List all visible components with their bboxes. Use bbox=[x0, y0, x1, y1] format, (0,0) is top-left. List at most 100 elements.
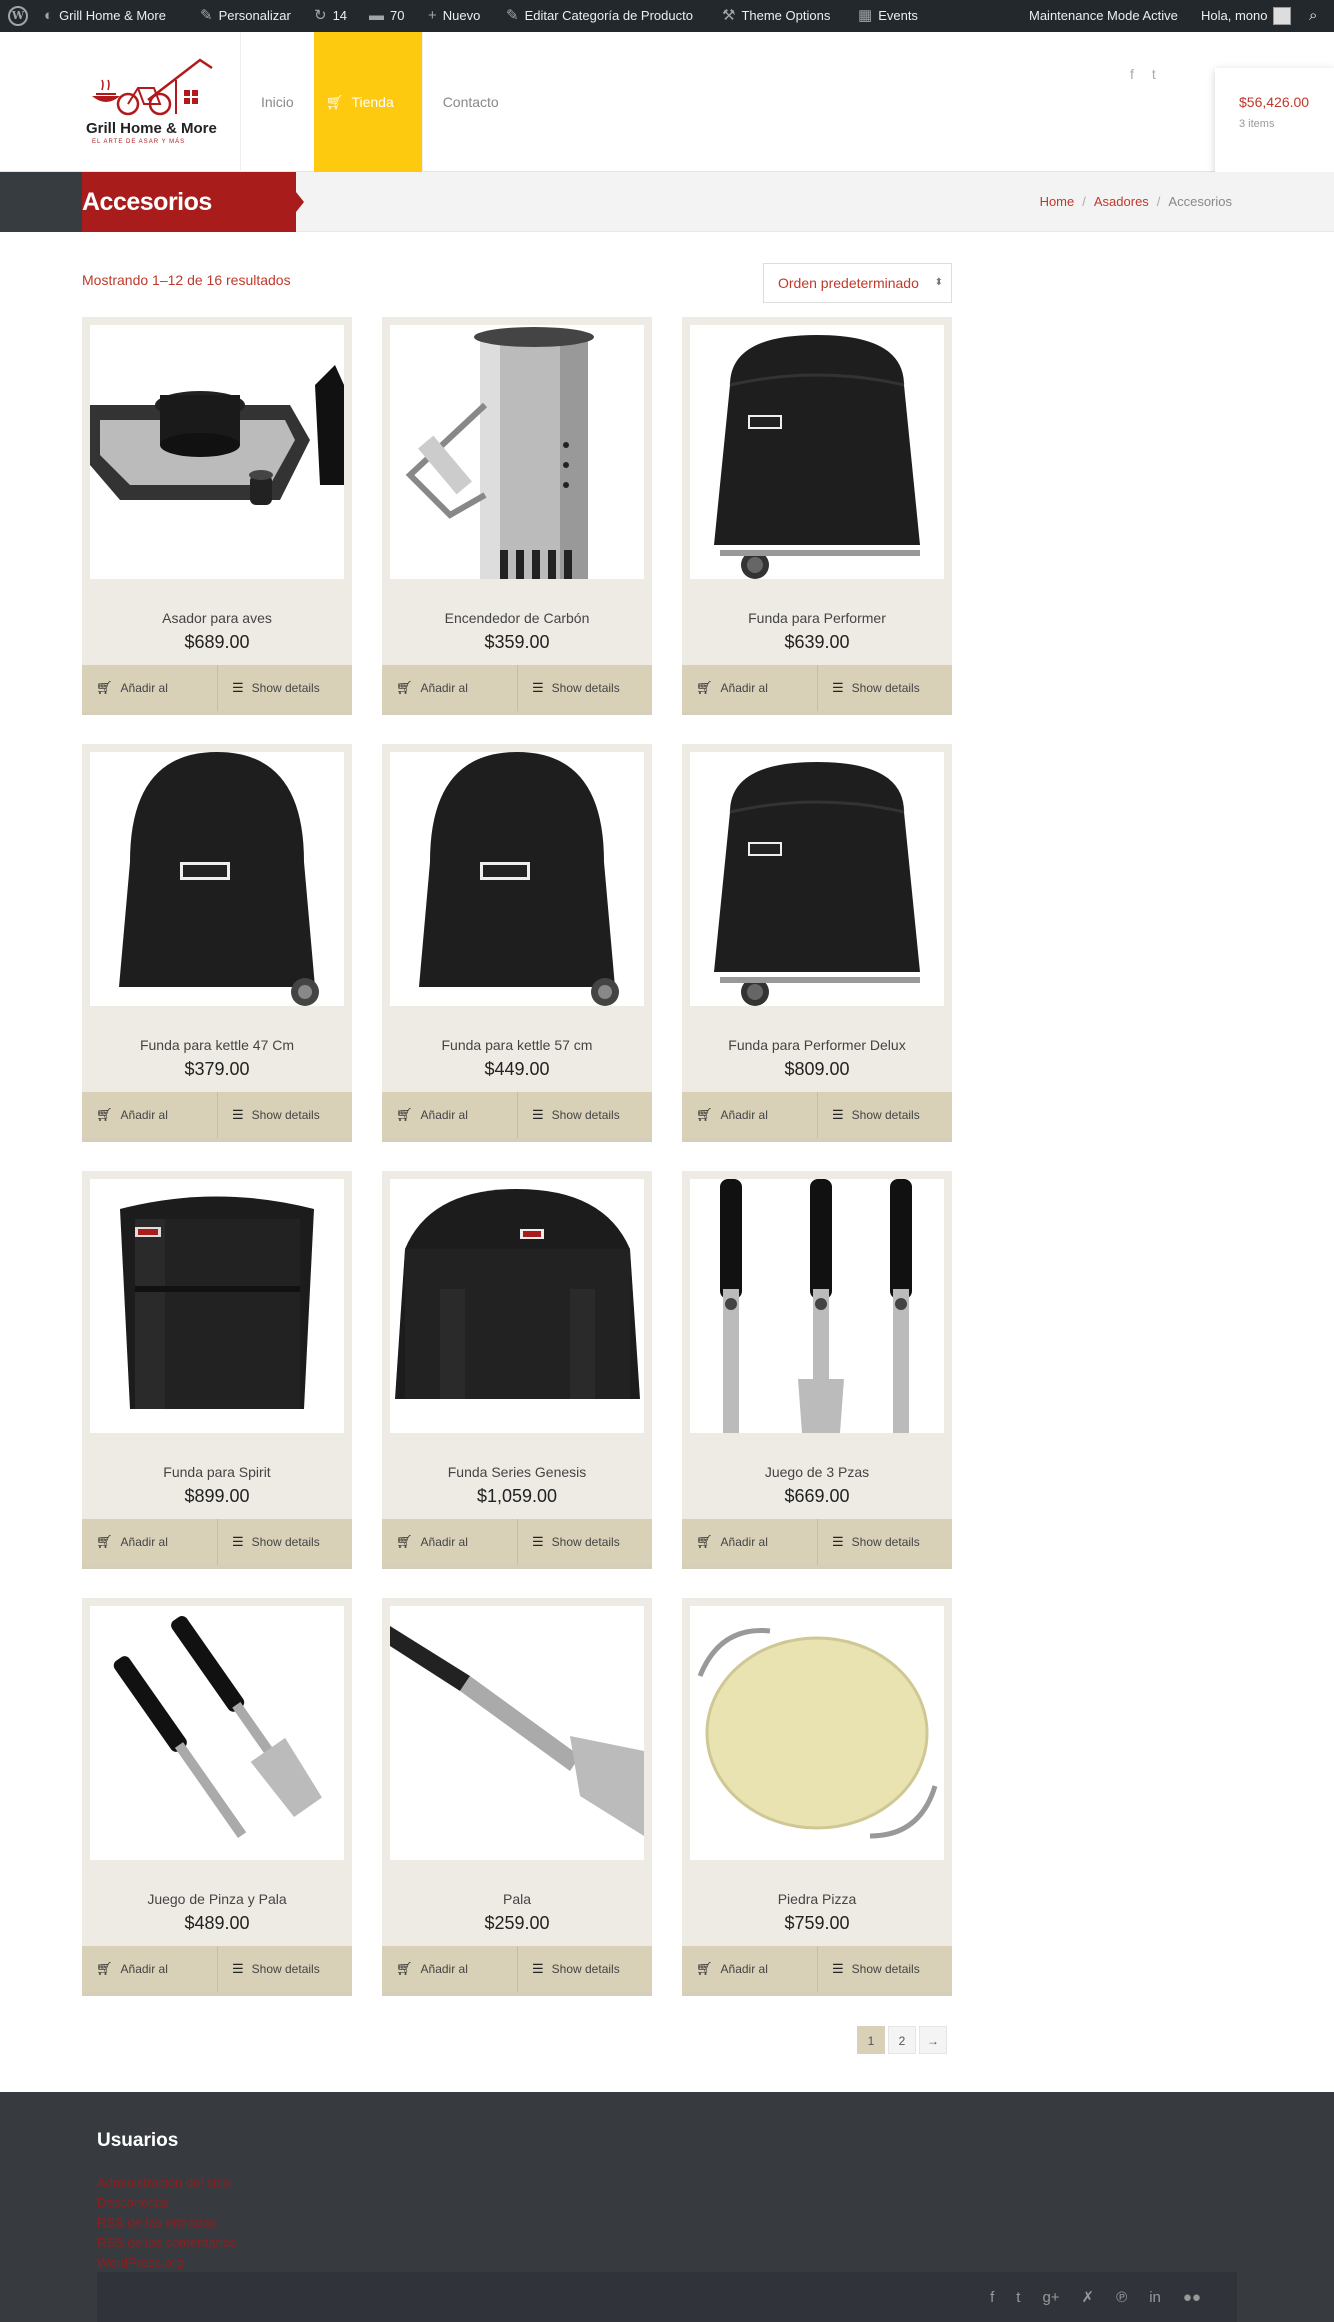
show-details-button[interactable]: ☰ Show details bbox=[817, 1946, 952, 1992]
cart-icon: 🛒︎ bbox=[396, 1534, 413, 1549]
next-page-link[interactable]: → bbox=[919, 2026, 947, 2054]
twitter-icon[interactable]: t bbox=[1152, 66, 1156, 82]
breadcrumb-home[interactable]: Home bbox=[1040, 194, 1075, 209]
product-image[interactable] bbox=[390, 1606, 644, 1860]
page-2-link[interactable]: 2 bbox=[888, 2026, 916, 2054]
site-logo[interactable]: Grill Home & More EL ARTE DE ASAR Y MÁS bbox=[84, 54, 224, 154]
show-details-button[interactable]: ☰ Show details bbox=[517, 1946, 652, 1992]
product-card[interactable]: Funda para Spirit $899.00 🛒︎ Añadir al ☰ Show… bbox=[82, 1171, 352, 1569]
add-to-cart-button[interactable]: 🛒︎ Añadir al bbox=[382, 1519, 517, 1565]
product-card[interactable]: Funda para kettle 47 Cm $379.00 🛒︎ Añadir a… bbox=[82, 744, 352, 1142]
twitter-icon[interactable]: t bbox=[1016, 2289, 1020, 2306]
product-image[interactable] bbox=[390, 325, 644, 579]
product-image[interactable] bbox=[390, 752, 644, 1006]
footer-link-admin[interactable]: Administración del sitio bbox=[97, 2173, 327, 2193]
breadcrumb-asadores[interactable]: Asadores bbox=[1094, 194, 1149, 209]
nav-item-inicio[interactable]: Inicio bbox=[240, 32, 314, 172]
add-to-cart-button[interactable]: 🛒︎ Añadir al bbox=[682, 1519, 817, 1565]
product-name[interactable]: Encendedor de Carbón bbox=[382, 610, 652, 626]
add-to-cart-button[interactable]: 🛒︎ Añadir al bbox=[682, 1946, 817, 1992]
product-name[interactable]: Funda para kettle 47 Cm bbox=[82, 1037, 352, 1053]
nav-item-tienda[interactable]: 🛒︎ Tienda bbox=[313, 32, 422, 172]
show-details-button[interactable]: ☰ Show details bbox=[217, 665, 352, 711]
product-image[interactable] bbox=[90, 1606, 344, 1860]
footer-link-logout[interactable]: Desconectar bbox=[97, 2193, 327, 2213]
admin-site-link[interactable]: ◐ Grill Home & More bbox=[44, 0, 166, 32]
add-to-cart-button[interactable]: 🛒︎ Añadir al bbox=[82, 1519, 217, 1565]
product-name[interactable]: Funda para Performer Delux bbox=[682, 1037, 952, 1053]
product-image[interactable] bbox=[690, 1606, 944, 1860]
show-details-button[interactable]: ☰ Show details bbox=[817, 1092, 952, 1138]
product-image[interactable] bbox=[90, 752, 344, 1006]
footer-link-wordpress[interactable]: WordPress.org bbox=[97, 2253, 327, 2273]
facebook-icon[interactable]: f bbox=[990, 2289, 994, 2306]
pinterest-icon[interactable]: ℗ bbox=[1116, 2289, 1127, 2306]
linkedin-icon[interactable]: in bbox=[1149, 2289, 1161, 2306]
admin-search-icon[interactable]: ⌕ bbox=[1309, 0, 1317, 32]
maintenance-mode-link[interactable]: Maintenance Mode Active bbox=[1029, 0, 1178, 32]
product-name[interactable]: Juego de 3 Pzas bbox=[682, 1464, 952, 1480]
nav-item-contacto[interactable]: Contacto bbox=[421, 32, 519, 172]
product-name[interactable]: Funda para Spirit bbox=[82, 1464, 352, 1480]
add-to-cart-button[interactable]: 🛒︎ Añadir al bbox=[82, 665, 217, 711]
add-to-cart-button[interactable]: 🛒︎ Añadir al bbox=[382, 665, 517, 711]
show-details-button[interactable]: ☰ Show details bbox=[517, 665, 652, 711]
product-image[interactable] bbox=[90, 1179, 344, 1433]
admin-comments-link[interactable]: ▬ 70 bbox=[369, 0, 404, 32]
product-card[interactable]: Asador para aves $689.00 🛒︎ Añadir al ☰ Show … bbox=[82, 317, 352, 715]
xing-icon[interactable]: ✗ bbox=[1082, 2288, 1095, 2306]
product-image[interactable] bbox=[690, 752, 944, 1006]
product-name[interactable]: Funda para Performer bbox=[682, 610, 952, 626]
product-name[interactable]: Funda Series Genesis bbox=[382, 1464, 652, 1480]
orderby-select[interactable]: Orden predeterminado ⬍ bbox=[763, 263, 952, 303]
flickr-icon[interactable]: ●● bbox=[1183, 2289, 1201, 2306]
google-plus-icon[interactable]: g+ bbox=[1042, 2289, 1059, 2306]
show-details-button[interactable]: ☰ Show details bbox=[217, 1519, 352, 1565]
admin-account-link[interactable]: Hola, mono bbox=[1201, 0, 1292, 32]
product-card[interactable]: Juego de 3 Pzas $669.00 🛒︎ Añadir al ☰ Show d… bbox=[682, 1171, 952, 1569]
add-to-cart-button[interactable]: 🛒︎ Añadir al bbox=[82, 1946, 217, 1992]
footer-link-rss-entries[interactable]: RSS de las entradas bbox=[97, 2213, 327, 2233]
mini-cart[interactable]: $56,426.00 3 items bbox=[1215, 68, 1334, 178]
show-details-button[interactable]: ☰ Show details bbox=[217, 1946, 352, 1992]
add-to-cart-button[interactable]: 🛒︎ Añadir al bbox=[682, 1092, 817, 1138]
admin-updates-link[interactable]: ↻ 14 bbox=[314, 0, 347, 32]
admin-customize-link[interactable]: ✎ Personalizar bbox=[200, 0, 291, 32]
cart-icon: 🛒︎ bbox=[696, 1961, 713, 1976]
product-card[interactable]: Piedra Pizza $759.00 🛒︎ Añadir al ☰ Show deta… bbox=[682, 1598, 952, 1996]
cart-total: $56,426.00 bbox=[1239, 94, 1310, 110]
show-details-button[interactable]: ☰ Show details bbox=[817, 1519, 952, 1565]
product-name[interactable]: Pala bbox=[382, 1891, 652, 1907]
product-card[interactable]: Pala $259.00 🛒︎ Añadir al ☰ Show details bbox=[382, 1598, 652, 1996]
add-to-cart-button[interactable]: 🛒︎ Añadir al bbox=[682, 665, 817, 711]
product-image[interactable] bbox=[690, 1179, 944, 1433]
product-card[interactable]: Funda para kettle 57 cm $449.00 🛒︎ Añadir a… bbox=[382, 744, 652, 1142]
product-name[interactable]: Asador para aves bbox=[82, 610, 352, 626]
comment-icon: ▬ bbox=[369, 7, 384, 24]
product-name[interactable]: Funda para kettle 57 cm bbox=[382, 1037, 652, 1053]
add-to-cart-button[interactable]: 🛒︎ Añadir al bbox=[82, 1092, 217, 1138]
show-details-button[interactable]: ☰ Show details bbox=[517, 1092, 652, 1138]
add-to-cart-button[interactable]: 🛒︎ Añadir al bbox=[382, 1946, 517, 1992]
add-to-cart-button[interactable]: 🛒︎ Añadir al bbox=[382, 1092, 517, 1138]
show-details-button[interactable]: ☰ Show details bbox=[817, 665, 952, 711]
admin-edit-category-link[interactable]: ✎ Editar Categoría de Producto bbox=[506, 0, 693, 32]
product-card[interactable]: Juego de Pinza y Pala $489.00 🛒︎ Añadir al ☰… bbox=[82, 1598, 352, 1996]
product-card[interactable]: Funda para Performer $639.00 🛒︎ Añadir al ☰ S… bbox=[682, 317, 952, 715]
facebook-icon[interactable]: f bbox=[1130, 66, 1134, 82]
footer-link-rss-comments[interactable]: RSS de los comentarios bbox=[97, 2233, 327, 2253]
product-name[interactable]: Juego de Pinza y Pala bbox=[82, 1891, 352, 1907]
admin-new-link[interactable]: + Nuevo bbox=[428, 0, 480, 32]
product-image[interactable] bbox=[390, 1179, 644, 1433]
product-image[interactable] bbox=[90, 325, 344, 579]
admin-events-link[interactable]: ▦ Events bbox=[858, 0, 918, 32]
show-details-button[interactable]: ☰ Show details bbox=[517, 1519, 652, 1565]
product-card[interactable]: Encendedor de Carbón $359.00 🛒︎ Añadir al ☰ S… bbox=[382, 317, 652, 715]
product-name[interactable]: Piedra Pizza bbox=[682, 1891, 952, 1907]
product-card[interactable]: Funda para Performer Delux $809.00 🛒︎ Añadi… bbox=[682, 744, 952, 1142]
product-image[interactable] bbox=[690, 325, 944, 579]
admin-theme-options-link[interactable]: ⚒ Theme Options bbox=[722, 0, 830, 32]
wordpress-logo-icon[interactable]: W bbox=[8, 0, 28, 32]
show-details-button[interactable]: ☰ Show details bbox=[217, 1092, 352, 1138]
product-card[interactable]: Funda Series Genesis $1,059.00 🛒︎ Añadir al… bbox=[382, 1171, 652, 1569]
